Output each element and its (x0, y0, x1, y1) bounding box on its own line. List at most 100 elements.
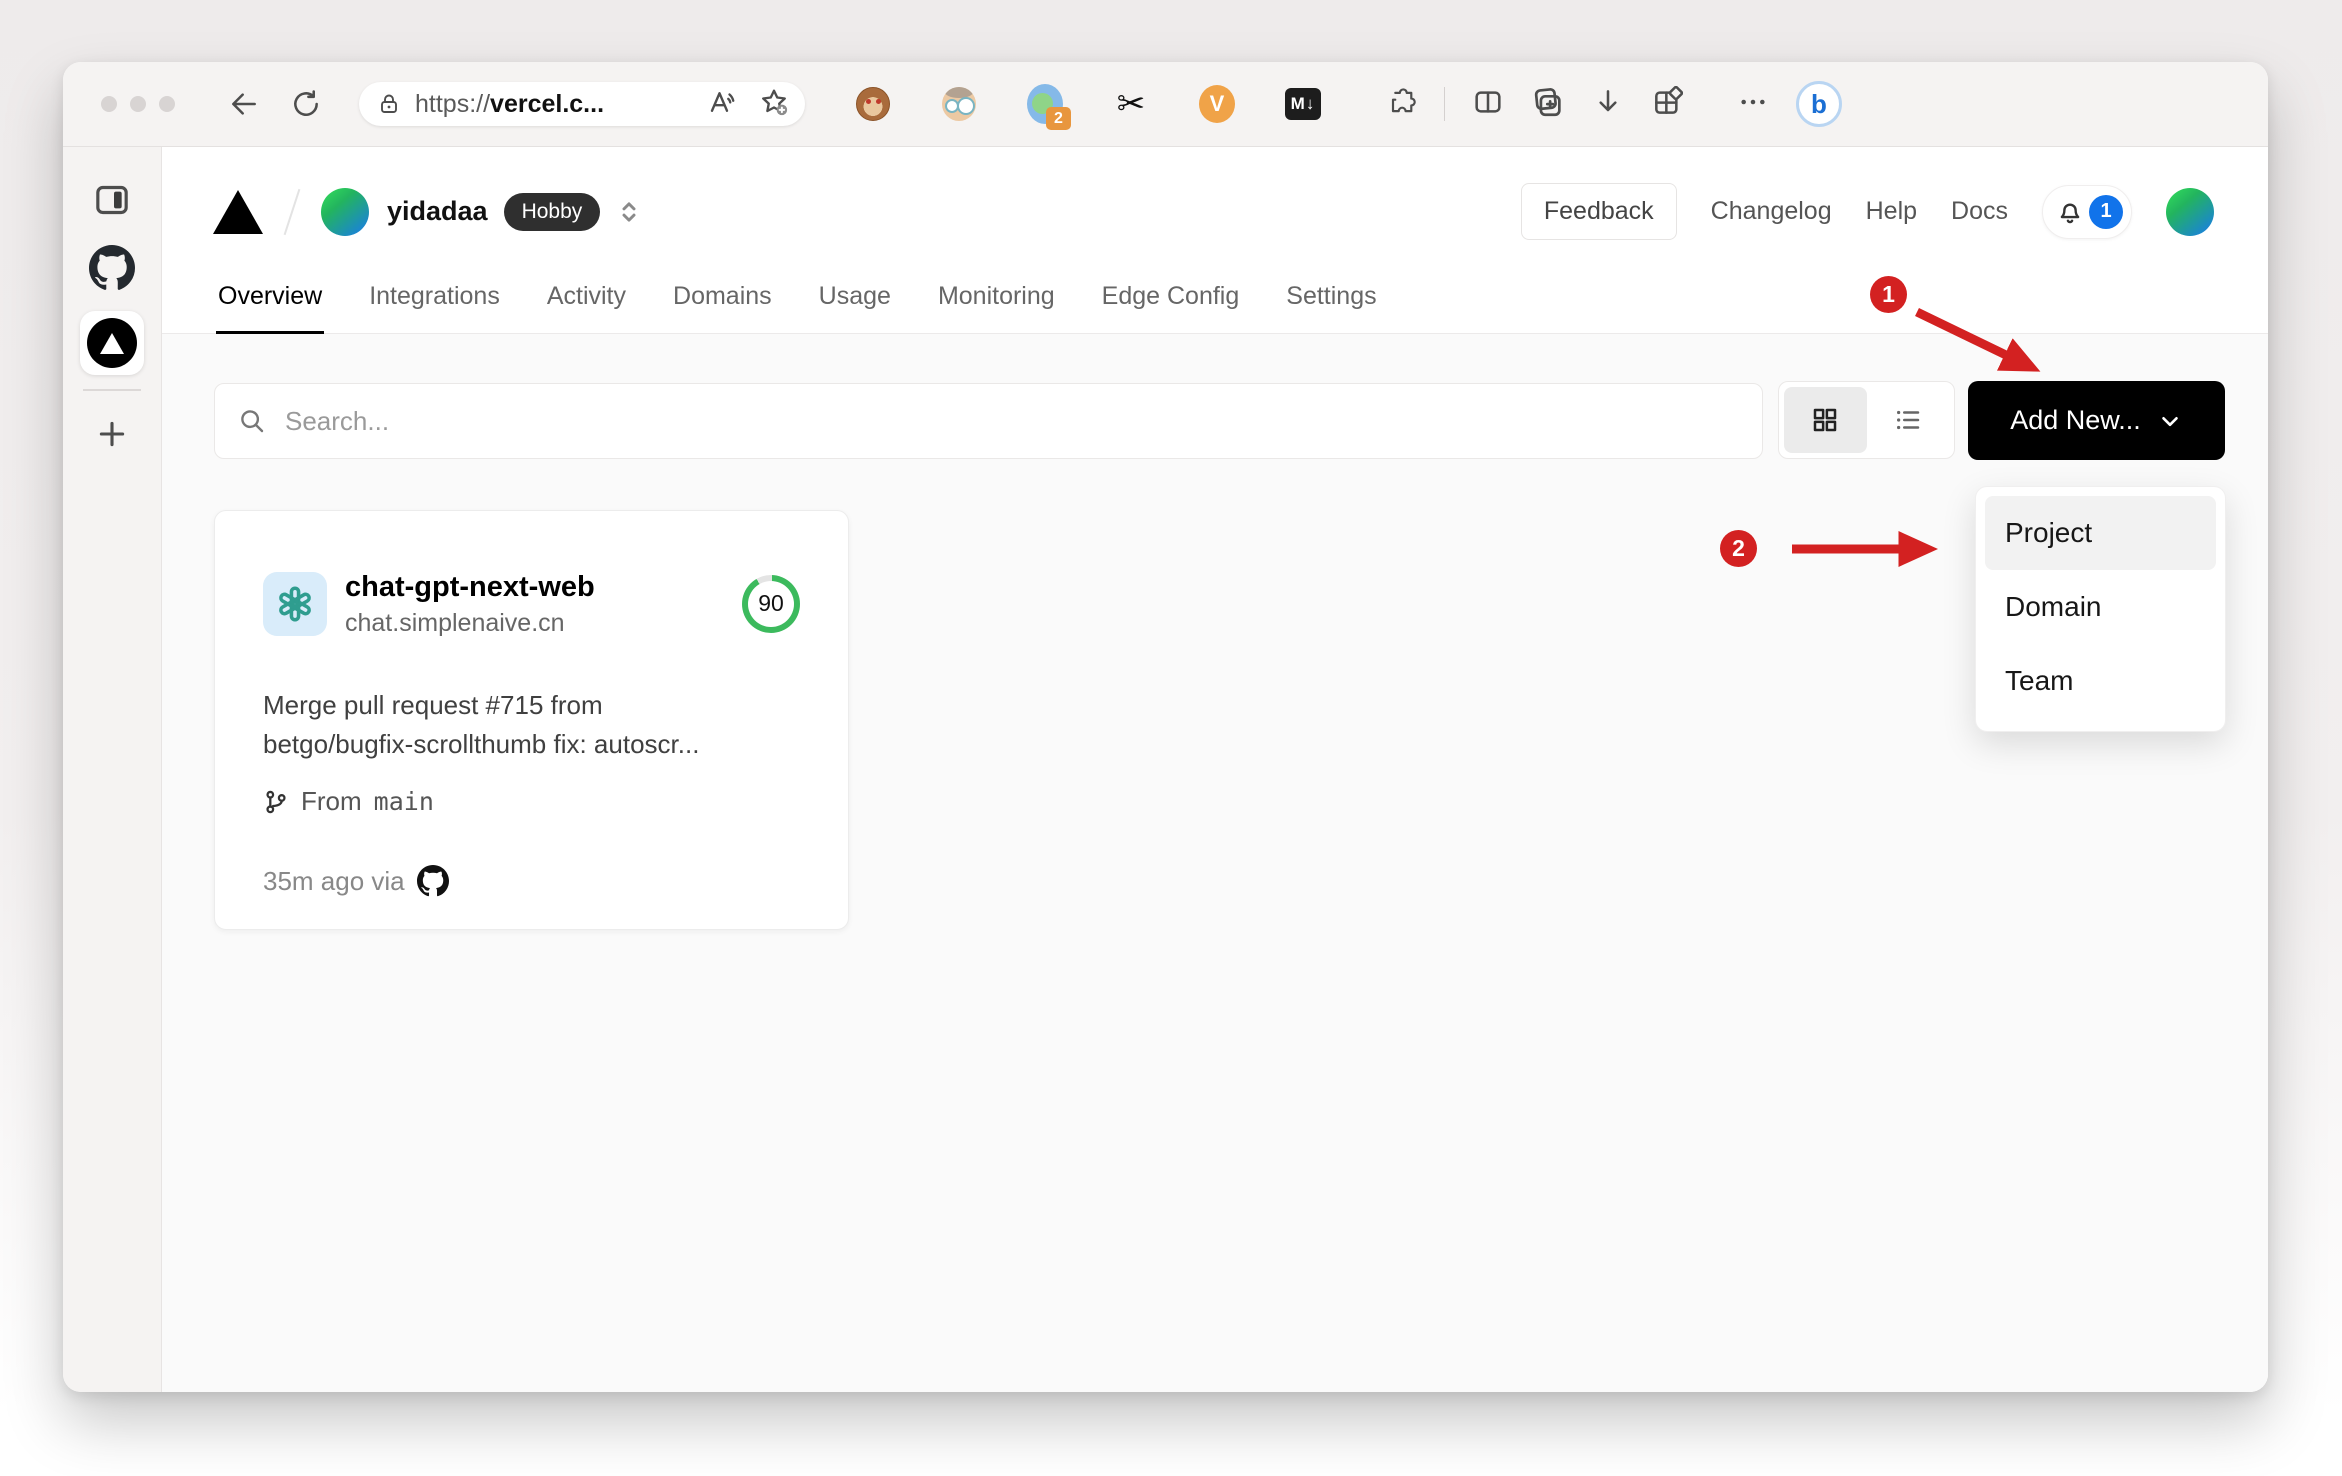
avatar-extension-button[interactable] (941, 86, 977, 122)
score-ring[interactable]: 90 (742, 574, 800, 633)
list-view-button[interactable] (1867, 387, 1950, 453)
proxy-extension-button[interactable]: 2 (1027, 84, 1071, 130)
markdown-extension-button[interactable]: M↓ (1285, 86, 1321, 122)
edge-sidebar (63, 147, 162, 1392)
extensions-row: 2 ✂ V M↓ (855, 84, 1321, 130)
project-domain[interactable]: chat.simplenaive.cn (345, 609, 595, 638)
read-aloud-button[interactable] (707, 87, 737, 122)
commit-message[interactable]: Merge pull request #715 from betgo/bugfi… (263, 686, 800, 764)
branch-row: From main (263, 786, 800, 817)
sidebar-panel-button[interactable] (87, 175, 137, 225)
bell-icon (2060, 203, 2080, 223)
split-screen-button[interactable] (1472, 86, 1504, 123)
docs-link[interactable]: Docs (1951, 197, 2008, 226)
lock-icon (381, 94, 397, 113)
branch-label: From (301, 786, 362, 817)
sidebar-divider (83, 389, 141, 391)
tab-domains[interactable]: Domains (671, 276, 774, 333)
bing-chat-button[interactable]: b (1796, 81, 1842, 127)
tab-integrations[interactable]: Integrations (367, 276, 502, 333)
minimize-button[interactable] (130, 96, 146, 112)
chevron-down-icon (2161, 416, 2178, 426)
tab-usage[interactable]: Usage (817, 276, 893, 333)
favorites-button[interactable] (759, 87, 789, 122)
star-add-icon (762, 89, 788, 115)
help-link[interactable]: Help (1866, 197, 1917, 226)
read-aloud-icon (710, 91, 735, 112)
proxy-icon: 2 (1027, 84, 1071, 130)
sidebar-add-button[interactable] (87, 409, 137, 459)
tab-settings[interactable]: Settings (1284, 276, 1378, 333)
scissors-icon: ✂ (1116, 85, 1146, 123)
extensions-menu-button[interactable] (1385, 86, 1417, 123)
browser-toolbar: https://vercel.c... 2 ✂ V M↓ b (63, 62, 2268, 147)
deployment-meta: 35m ago via (263, 865, 800, 897)
search-input[interactable] (285, 405, 1740, 437)
browser-window: https://vercel.c... 2 ✂ V M↓ b yidadaa H… (63, 62, 2268, 1392)
tab-overview[interactable]: Overview (216, 276, 325, 334)
project-search (214, 383, 1763, 459)
back-button[interactable] (227, 87, 261, 121)
deployment-time: 35m ago via (263, 865, 405, 896)
face-icon (942, 87, 976, 121)
tampermonkey-extension-button[interactable] (855, 86, 891, 122)
markdown-download-icon: M↓ (1285, 88, 1321, 120)
chevrons-updown-icon (622, 201, 636, 222)
changelog-link[interactable]: Changelog (1711, 197, 1832, 226)
team-avatar[interactable] (321, 187, 369, 236)
sidebar-item-vercel-active[interactable] (80, 311, 144, 375)
notifications-button[interactable]: 1 (2042, 184, 2132, 239)
overview-content: Add New... (162, 334, 2268, 1392)
openai-logo-icon (279, 586, 311, 622)
video-extension-button[interactable]: V (1199, 85, 1235, 123)
feedback-button[interactable]: Feedback (1520, 183, 1677, 240)
address-bar[interactable]: https://vercel.c... (359, 82, 805, 126)
user-avatar[interactable] (2166, 187, 2214, 236)
close-button[interactable] (101, 96, 117, 112)
vercel-tabs: Overview Integrations Activity Domains U… (162, 276, 2268, 334)
sidebar-panel-icon (96, 185, 128, 215)
vercel-logo[interactable] (213, 189, 263, 234)
git-branch-icon (266, 790, 286, 813)
notification-count-badge: 1 (2089, 194, 2123, 229)
downloads-button[interactable] (1592, 86, 1624, 123)
toolbar-divider (1444, 87, 1445, 121)
proxy-badge: 2 (1046, 107, 1071, 130)
settings-more-button[interactable] (1737, 86, 1769, 123)
tab-monitoring[interactable]: Monitoring (936, 276, 1057, 333)
add-new-dropdown: Project Domain Team (1975, 486, 2226, 732)
monkey-icon (856, 87, 890, 121)
tab-edge-config[interactable]: Edge Config (1100, 276, 1242, 333)
sidebar-item-github[interactable] (87, 243, 137, 293)
grid-view-icon (1814, 408, 1837, 432)
vercel-header: yidadaa Hobby Feedback Changelog Help Do… (162, 147, 2268, 276)
score-value: 90 (748, 580, 794, 627)
project-name[interactable]: chat-gpt-next-web (345, 569, 595, 605)
vercel-icon (87, 318, 137, 368)
plus-icon (99, 421, 125, 447)
refresh-button[interactable] (289, 87, 323, 121)
menu-item-project[interactable]: Project (1985, 496, 2216, 570)
apps-button[interactable] (1651, 85, 1684, 123)
collections-icon (1534, 87, 1561, 116)
add-new-button[interactable]: Add New... (1968, 381, 2225, 460)
clipper-extension-button[interactable]: ✂ (1113, 86, 1149, 122)
collections-button[interactable] (1531, 85, 1565, 124)
view-toggle (1778, 381, 1955, 459)
refresh-icon (294, 90, 318, 116)
apps-grid-icon (1655, 85, 1684, 114)
maximize-button[interactable] (159, 96, 175, 112)
tab-activity[interactable]: Activity (545, 276, 628, 333)
url-text: https://vercel.c... (415, 89, 605, 118)
project-card-header: chat-gpt-next-web chat.simplenaive.cn 90 (263, 569, 800, 638)
menu-item-team[interactable]: Team (1985, 644, 2216, 718)
search-icon (241, 410, 264, 433)
project-card[interactable]: chat-gpt-next-web chat.simplenaive.cn 90… (214, 510, 849, 930)
grid-view-button[interactable] (1784, 387, 1867, 453)
team-switcher-button[interactable] (614, 195, 644, 229)
list-view-icon (1896, 410, 1919, 430)
split-screen-icon (1475, 90, 1501, 113)
window-controls (101, 96, 175, 112)
github-icon (416, 865, 449, 897)
menu-item-domain[interactable]: Domain (1985, 570, 2216, 644)
